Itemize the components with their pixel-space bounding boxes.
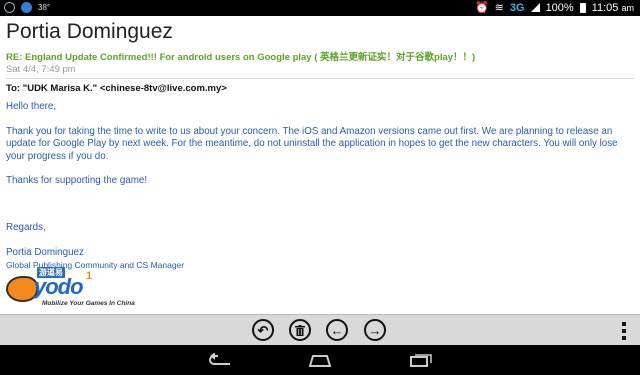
recipient-line[interactable]: To: "UDK Marisa K." <chinese-8tv@live.co… xyxy=(6,83,227,94)
status-bar: 38° ⏰ ≋ 3G 100% 11:05 am xyxy=(0,0,640,16)
email-subject: RE: England Update Confirmed!!! For andr… xyxy=(6,52,476,63)
clock-suffix: am xyxy=(621,2,634,13)
menu-dot xyxy=(622,322,626,326)
wifi-icon: ≋ xyxy=(494,2,504,14)
reply-button[interactable]: ↶ xyxy=(252,319,274,341)
battery-percent: 100% xyxy=(545,1,574,14)
trash-icon xyxy=(295,324,305,336)
header-divider xyxy=(6,78,634,79)
greeting: Hello there, xyxy=(6,101,57,112)
notification-icons: 38° xyxy=(4,2,50,13)
clock: 11:05 am xyxy=(592,2,634,14)
body-paragraph: Thank you for taking the time to write t… xyxy=(6,125,618,162)
reply-icon: ↶ xyxy=(257,322,269,338)
next-button[interactable]: → xyxy=(364,319,386,341)
back-icon xyxy=(209,353,230,365)
overflow-menu-button[interactable] xyxy=(622,322,626,340)
home-button[interactable] xyxy=(307,352,333,368)
temperature-text: 38° xyxy=(38,3,51,12)
logo-tagline: Mobilize Your Games In China xyxy=(42,300,135,307)
system-icons: ⏰ ≋ 3G 100% 11:05 am xyxy=(474,1,634,15)
yodo-logo: 游道易 yodo 1 Mobilize Your Games In China xyxy=(6,266,156,314)
sender-name[interactable]: Portia Dominguez xyxy=(6,20,173,44)
notification-icon xyxy=(4,2,15,13)
body-paragraph: Thanks for supporting the game! xyxy=(6,175,148,187)
action-bar: ↶ ← → xyxy=(0,314,640,345)
menu-dot xyxy=(622,329,626,333)
recents-icon xyxy=(410,354,432,367)
arrow-left-icon: ← xyxy=(330,322,344,338)
navigation-bar xyxy=(0,345,640,375)
email-date: Sat 4/4, 7:49 pm xyxy=(6,64,76,75)
network-type: 3G xyxy=(509,1,525,14)
home-icon xyxy=(308,355,332,367)
menu-dot xyxy=(622,336,626,340)
signal-icon xyxy=(530,3,540,12)
logo-badge: 1 xyxy=(86,270,93,282)
logo-wordmark: yodo xyxy=(34,274,84,299)
delete-button[interactable] xyxy=(289,319,311,341)
app-notification-icon xyxy=(21,2,32,13)
closing: Regards, xyxy=(6,221,46,233)
back-button[interactable] xyxy=(205,352,233,368)
previous-button[interactable]: ← xyxy=(326,319,348,341)
clock-time: 11:05 xyxy=(591,1,619,14)
signature-name: Portia Dominguez xyxy=(6,246,84,258)
battery-icon xyxy=(579,2,586,13)
email-body: Hello there, Thank you for taking the ti… xyxy=(6,101,631,272)
alarm-icon: ⏰ xyxy=(474,2,489,14)
recents-button[interactable] xyxy=(408,352,434,368)
arrow-right-icon: → xyxy=(368,322,382,338)
